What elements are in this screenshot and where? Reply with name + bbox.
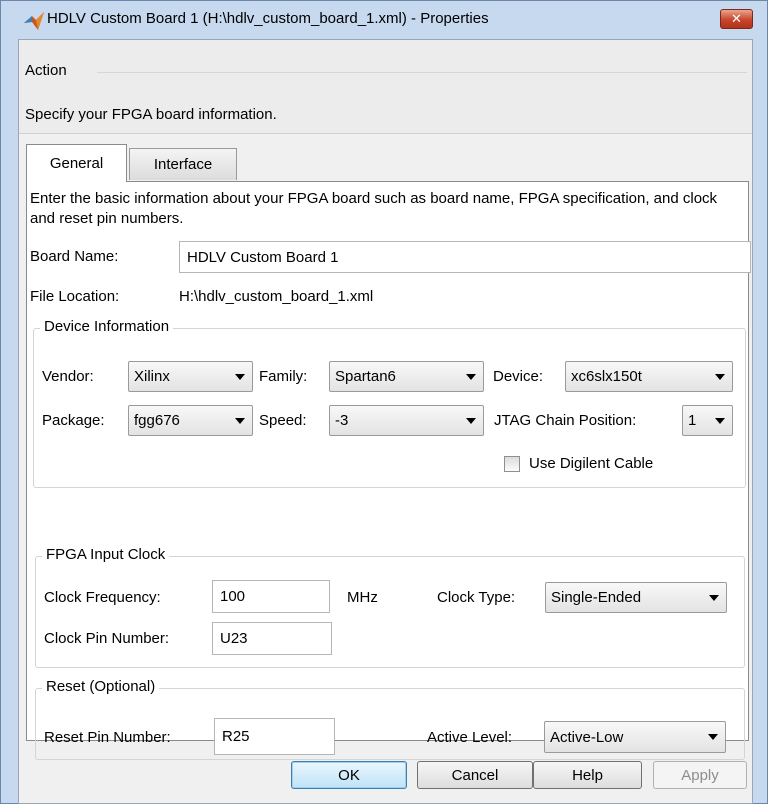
clock-frequency-unit: MHz (347, 589, 378, 606)
vendor-select[interactable]: Xilinx (128, 361, 253, 392)
close-icon: ✕ (731, 11, 742, 26)
family-label: Family: (259, 368, 308, 385)
device-label: Device: (493, 368, 544, 385)
reset-pin-value: R25 (222, 728, 250, 745)
file-location-label: File Location: (30, 288, 120, 305)
apply-button-label: Apply (681, 766, 719, 784)
file-location-value: H:\hdlv_custom_board_1.xml (179, 288, 374, 305)
package-label: Package: (42, 412, 105, 429)
clock-frequency-label: Clock Frequency: (44, 589, 161, 606)
speed-value: -3 (335, 412, 349, 429)
speed-label: Speed: (259, 412, 307, 429)
speed-select[interactable]: -3 (329, 405, 484, 436)
clock-type-value: Single-Ended (551, 589, 642, 606)
close-button[interactable]: ✕ (720, 9, 753, 29)
fpga-input-clock-legend: FPGA Input Clock (42, 546, 170, 563)
chevron-down-icon (466, 373, 476, 380)
clock-frequency-input[interactable]: 100 (212, 580, 330, 613)
chevron-down-icon (466, 417, 476, 424)
help-button-label: Help (572, 766, 603, 784)
reset-pin-label: Reset Pin Number: (44, 729, 171, 746)
chevron-down-icon (715, 417, 725, 424)
title-bar[interactable]: HDLV Custom Board 1 (H:\hdlv_custom_boar… (1, 1, 767, 39)
matlab-icon (24, 12, 44, 30)
tab-interface[interactable]: Interface (129, 148, 237, 180)
general-panel: Enter the basic information about your F… (26, 181, 751, 760)
clock-pin-value: U23 (220, 630, 248, 647)
device-select[interactable]: xc6slx150t (565, 361, 733, 392)
jtag-chain-label: JTAG Chain Position: (494, 412, 637, 429)
use-digilent-cable-label[interactable]: Use Digilent Cable (529, 455, 653, 472)
clock-pin-label: Clock Pin Number: (44, 630, 170, 647)
vendor-label: Vendor: (42, 368, 94, 385)
device-information-legend: Device Information (40, 318, 174, 335)
board-name-label: Board Name: (30, 248, 119, 265)
package-value: fgg676 (134, 412, 180, 429)
family-select[interactable]: Spartan6 (329, 361, 484, 392)
clock-type-label: Clock Type: (437, 589, 516, 606)
chevron-down-icon (235, 417, 245, 424)
properties-dialog: HDLV Custom Board 1 (H:\hdlv_custom_boar… (0, 0, 768, 804)
dialog-client-area: Action Specify your FPGA board informati… (18, 39, 753, 804)
action-group: Action Specify your FPGA board informati… (19, 40, 752, 134)
tab-general[interactable]: General (26, 144, 127, 182)
action-divider (97, 72, 747, 73)
package-select[interactable]: fgg676 (128, 405, 253, 436)
apply-button[interactable]: Apply (653, 761, 747, 789)
intro-text: Enter the basic information about your F… (30, 190, 718, 227)
chevron-down-icon (715, 373, 725, 380)
active-level-label: Active Level: (427, 729, 513, 746)
clock-pin-input[interactable]: U23 (212, 622, 332, 655)
active-level-select[interactable]: Active-Low (544, 721, 726, 753)
board-name-input[interactable]: HDLV Custom Board 1 (179, 241, 751, 273)
cancel-button[interactable]: Cancel (417, 761, 533, 789)
board-name-value: HDLV Custom Board 1 (187, 248, 339, 266)
tab-general-label: General (49, 155, 104, 172)
action-legend: Action (25, 62, 67, 79)
active-level-value: Active-Low (550, 728, 624, 746)
vendor-value: Xilinx (134, 368, 170, 385)
window-title: HDLV Custom Board 1 (H:\hdlv_custom_boar… (47, 10, 489, 27)
use-digilent-cable-checkbox[interactable] (504, 456, 520, 472)
device-value: xc6slx150t (571, 368, 642, 385)
clock-type-select[interactable]: Single-Ended (545, 582, 727, 613)
jtag-chain-select[interactable]: 1 (682, 405, 733, 436)
chevron-down-icon (709, 594, 719, 601)
family-value: Spartan6 (335, 368, 396, 385)
help-button[interactable]: Help (533, 761, 642, 789)
tab-interface-label: Interface (153, 156, 213, 173)
reset-pin-input[interactable]: R25 (214, 718, 335, 755)
chevron-down-icon (235, 373, 245, 380)
jtag-chain-value: 1 (688, 412, 697, 429)
clock-frequency-value: 100 (220, 588, 246, 605)
cancel-button-label: Cancel (451, 766, 499, 784)
action-text: Specify your FPGA board information. (25, 106, 277, 123)
ok-button-label: OK (338, 766, 360, 784)
ok-button[interactable]: OK (291, 761, 407, 789)
chevron-down-icon (708, 734, 718, 740)
reset-legend: Reset (Optional) (42, 678, 160, 695)
